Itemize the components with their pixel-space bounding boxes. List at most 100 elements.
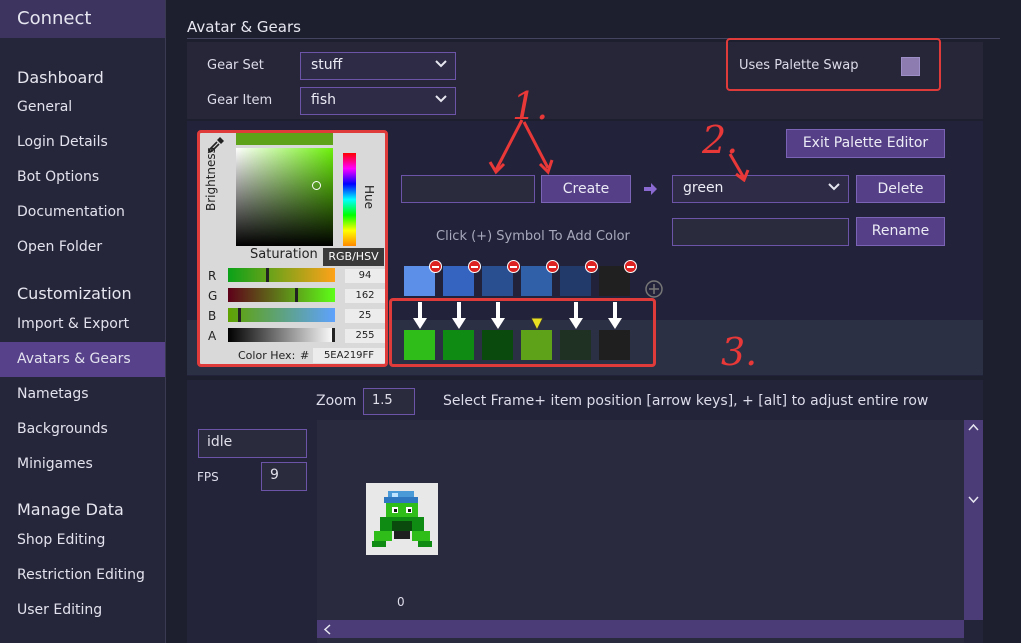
animation-name-input[interactable]: idle [198, 429, 307, 458]
section-customization: Customization [17, 284, 132, 303]
channel-r-value[interactable]: 94 [345, 269, 385, 283]
channel-a-value[interactable]: 255 [345, 329, 385, 343]
sidebar-item-nametags[interactable]: Nametags [0, 377, 165, 412]
sidebar-item-backgrounds[interactable]: Backgrounds [0, 412, 165, 447]
target-swatch[interactable] [521, 330, 552, 360]
rename-palette-input[interactable] [672, 218, 849, 246]
arrow-down-icon [452, 302, 466, 329]
sidebar-item-minigames[interactable]: Minigames [0, 447, 165, 482]
zoom-label: Zoom [316, 393, 357, 409]
channel-b-slider[interactable] [228, 308, 335, 322]
sidebar-item-import-export[interactable]: Import & Export [0, 307, 165, 342]
sidebar-item-general[interactable]: General [0, 90, 165, 125]
channel-a-knob[interactable] [332, 328, 335, 342]
saturation-brightness-field[interactable] [236, 148, 333, 246]
remove-color-icon[interactable] [546, 260, 559, 273]
palette-swap-label: Uses Palette Swap [739, 58, 859, 73]
annotation-arrows-1 [488, 119, 554, 175]
chevron-left-icon[interactable] [323, 624, 331, 635]
current-color-bar [236, 133, 333, 145]
annotation-3: 3. [721, 330, 758, 374]
hue-slider[interactable] [343, 153, 356, 246]
arrow-down-icon [530, 317, 544, 330]
remove-color-icon[interactable] [468, 260, 481, 273]
annotation-arrow-2 [728, 153, 750, 182]
saturation-label: Saturation [250, 247, 318, 262]
add-color-icon[interactable] [644, 279, 664, 299]
section-manage-data: Manage Data [17, 500, 124, 519]
arrow-down-icon [413, 302, 427, 329]
hex-input[interactable]: 5EA219FF [313, 348, 385, 363]
sb-cursor[interactable] [312, 181, 321, 190]
app-title: Connect [0, 0, 165, 38]
remove-color-icon[interactable] [429, 260, 442, 273]
channel-g-slider[interactable] [228, 288, 335, 302]
channel-g-value[interactable]: 162 [345, 289, 385, 303]
gear-item-label: Gear Item [207, 93, 273, 108]
color-picker: Brightness Hue Saturation RGB/HSV R 94 G… [197, 130, 388, 367]
rgb-hsv-toggle[interactable]: RGB/HSV [323, 248, 384, 266]
hue-label: Hue [362, 185, 376, 210]
preview-instruction: Select Frame+ item position [arrow keys]… [443, 393, 929, 409]
channel-g-label: G [208, 289, 218, 303]
chevron-down-icon [828, 183, 840, 191]
channel-r-slider[interactable] [228, 268, 335, 282]
channel-b-label: B [208, 309, 217, 323]
gear-item-value: fish [311, 92, 336, 108]
channel-g-knob[interactable] [294, 288, 298, 302]
chevron-up-icon[interactable] [968, 423, 979, 431]
vertical-scrollbar[interactable] [964, 420, 983, 620]
gear-set-dropdown[interactable]: stuff [300, 52, 456, 80]
page-title: Avatar & Gears [187, 18, 301, 36]
palette-swap-checkbox[interactable] [901, 57, 920, 76]
delete-button[interactable]: Delete [856, 175, 945, 203]
frame-index: 0 [397, 595, 405, 609]
chevron-down-icon[interactable] [968, 496, 979, 504]
target-swatch[interactable] [404, 330, 435, 360]
channel-b-knob[interactable] [238, 308, 242, 322]
arrow-down-icon [608, 302, 622, 329]
channel-b-value[interactable]: 25 [345, 309, 385, 323]
remove-color-icon[interactable] [585, 260, 598, 273]
exit-palette-editor-button[interactable]: Exit Palette Editor [786, 129, 945, 158]
chevron-down-icon [435, 60, 447, 68]
channel-r-label: R [208, 269, 217, 283]
sidebar-item-user-editing[interactable]: User Editing [0, 593, 165, 628]
sidebar-item-restriction-editing[interactable]: Restriction Editing [0, 558, 165, 593]
fps-input[interactable]: 9 [261, 462, 307, 491]
gear-item-dropdown[interactable]: fish [300, 87, 456, 115]
hex-label: Color Hex: [238, 349, 296, 362]
sprite-image [372, 491, 432, 547]
chevron-down-icon [435, 95, 447, 103]
gear-set-label: Gear Set [207, 58, 264, 73]
channel-a-label: A [208, 329, 217, 343]
target-swatch[interactable] [560, 330, 591, 360]
remove-color-icon[interactable] [624, 260, 637, 273]
remove-color-icon[interactable] [507, 260, 520, 273]
sidebar-item-documentation[interactable]: Documentation [0, 195, 165, 230]
animation-frame[interactable] [366, 483, 438, 555]
sidebar-item-bot-options[interactable]: Bot Options [0, 160, 165, 195]
channel-a-slider[interactable] [228, 328, 335, 342]
zoom-input[interactable]: 1.5 [363, 388, 415, 415]
channel-r-knob[interactable] [266, 268, 270, 282]
add-color-hint: Click (+) Symbol To Add Color [436, 229, 630, 244]
palette-swap-highlight: Uses Palette Swap [726, 38, 941, 91]
sidebar-item-open-folder[interactable]: Open Folder [0, 230, 165, 265]
arrow-right-icon [644, 183, 657, 195]
main-content: Avatar & Gears Gear Set stuff Gear Item … [166, 0, 1021, 643]
sidebar: Connect Dashboard General Login Details … [0, 0, 166, 643]
arrow-down-icon [569, 302, 583, 329]
sidebar-item-login-details[interactable]: Login Details [0, 125, 165, 160]
horizontal-scrollbar[interactable] [317, 620, 964, 638]
palette-dropdown-value: green [683, 180, 724, 196]
target-swatch[interactable] [482, 330, 513, 360]
palette-dropdown[interactable]: green [672, 175, 849, 203]
rename-button[interactable]: Rename [856, 217, 945, 246]
target-swatch[interactable] [599, 330, 630, 360]
target-swatch[interactable] [443, 330, 474, 360]
sidebar-item-shop-editing[interactable]: Shop Editing [0, 523, 165, 558]
create-button[interactable]: Create [541, 175, 631, 203]
sidebar-item-avatars-gears[interactable]: Avatars & Gears [0, 342, 165, 377]
new-palette-input[interactable] [401, 175, 535, 203]
